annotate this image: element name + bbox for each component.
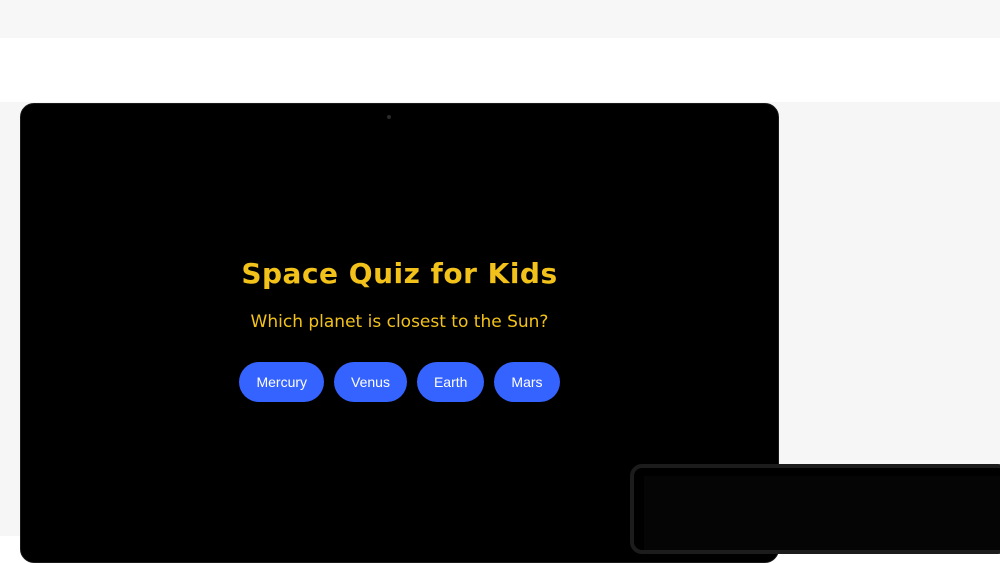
answer-button-mercury[interactable]: Mercury — [239, 362, 325, 402]
page-spacer — [0, 38, 1000, 102]
tablet-preview-screen — [630, 464, 1000, 554]
answer-options: Mercury Venus Earth Mars — [21, 362, 778, 402]
answer-button-venus[interactable]: Venus — [334, 362, 407, 402]
camera-dot — [387, 115, 391, 119]
quiz-container: Space Quiz for Kids Which planet is clos… — [21, 254, 778, 402]
quiz-question: Which planet is closest to the Sun? — [250, 312, 549, 332]
tablet-screen-area — [644, 476, 1000, 550]
top-band — [0, 0, 1000, 38]
quiz-title: Space Quiz for Kids — [241, 257, 558, 290]
answer-button-mars[interactable]: Mars — [494, 362, 560, 402]
answer-button-earth[interactable]: Earth — [416, 362, 485, 402]
